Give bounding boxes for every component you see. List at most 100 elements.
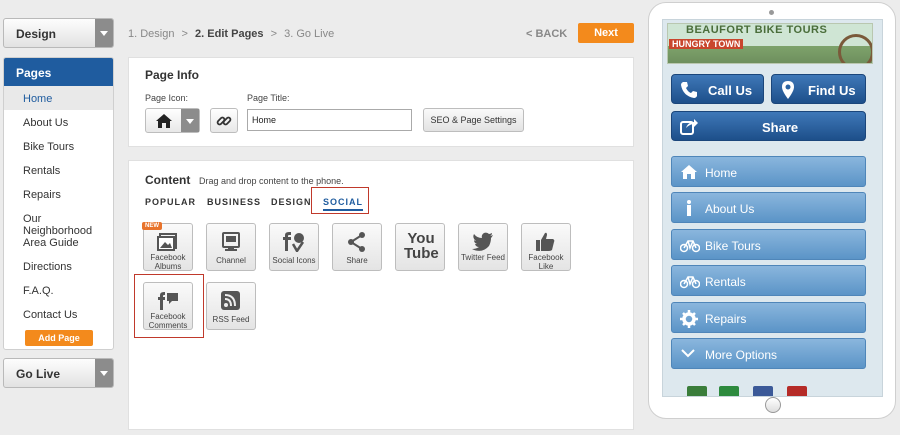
bicycle-icon xyxy=(680,276,700,289)
call-us-label: Call Us xyxy=(708,83,753,98)
tile-label: Twitter Feed xyxy=(460,253,505,262)
menu-label: Home xyxy=(705,166,738,180)
facebook-comments-tile[interactable]: Facebook Comments xyxy=(143,282,193,330)
link-icon xyxy=(216,116,232,126)
gear-icon xyxy=(680,310,698,328)
phone-speaker xyxy=(769,10,774,15)
rss-icon xyxy=(221,291,240,310)
step-go-live[interactable]: 3. Go Live xyxy=(284,28,334,40)
share-icon xyxy=(680,119,698,135)
app-banner: BEAUFORT BIKE TOURS HUNGRY TOWN xyxy=(667,23,873,64)
bicycle-icon xyxy=(680,240,700,253)
phone-icon xyxy=(681,82,697,98)
new-badge: NEW xyxy=(142,222,162,230)
next-button[interactable]: Next xyxy=(578,23,634,43)
pages-header: Pages xyxy=(4,58,113,86)
tile-label: RSS Feed xyxy=(212,315,250,324)
share-label: Share xyxy=(762,120,799,135)
phone-menu-more-options[interactable]: More Options xyxy=(671,338,866,369)
share-icon xyxy=(348,232,365,252)
twitter-icon xyxy=(472,232,493,251)
social-icons-tile[interactable]: Social Icons xyxy=(269,223,319,271)
phone-menu-about-us[interactable]: About Us xyxy=(671,192,866,223)
youtube-tile[interactable]: You Tube xyxy=(395,223,445,271)
tab-popular[interactable]: POPULAR xyxy=(145,197,196,207)
thumbs-up-icon xyxy=(536,232,555,251)
tab-business[interactable]: BUSINESS xyxy=(207,197,261,207)
content-panel: Content Drag and drop content to the pho… xyxy=(128,160,634,430)
tile-label: Channel xyxy=(216,256,246,265)
share-tile[interactable]: Share xyxy=(332,223,382,271)
tile-label: Social Icons xyxy=(272,256,316,265)
design-dropdown[interactable]: Design xyxy=(3,18,114,48)
chevron-down-icon[interactable] xyxy=(181,109,199,132)
sidebar-item-directions[interactable]: Directions xyxy=(4,254,113,278)
rss-feed-tile[interactable]: RSS Feed xyxy=(206,282,256,330)
twitter-feed-tile[interactable]: Twitter Feed xyxy=(458,223,508,271)
go-live-dropdown-label: Go Live xyxy=(16,367,61,381)
page-info-title: Page Info xyxy=(145,68,200,82)
page-info-panel: Page Info Page Icon: Page Title: Home SE… xyxy=(128,57,634,147)
content-hint: Drag and drop content to the phone. xyxy=(199,176,344,186)
sidebar-item-about-us[interactable]: About Us xyxy=(4,110,113,134)
youtube-icon[interactable] xyxy=(787,386,807,396)
phone-preview: BEAUFORT BIKE TOURS HUNGRY TOWN Call Us … xyxy=(648,2,896,419)
find-us-button[interactable]: Find Us xyxy=(771,74,866,104)
link-button[interactable] xyxy=(210,108,238,133)
breadcrumb-separator: > xyxy=(270,28,278,40)
pages-panel: Pages Home About Us Bike Tours Rentals Repai… xyxy=(3,57,114,350)
sidebar-item-f-a-q[interactable]: F.A.Q. xyxy=(4,278,113,302)
tab-design[interactable]: DESIGN xyxy=(271,197,312,207)
menu-label: More Options xyxy=(705,348,778,362)
phone-menu-home[interactable]: Home xyxy=(671,156,866,187)
home-icon xyxy=(156,114,172,128)
go-live-dropdown[interactable]: Go Live xyxy=(3,358,114,388)
menu-label: About Us xyxy=(705,202,755,216)
seo-settings-button[interactable]: SEO & Page Settings xyxy=(423,108,524,132)
sidebar-item-bike-tours[interactable]: Bike Tours xyxy=(4,134,113,158)
call-us-button[interactable]: Call Us xyxy=(671,74,764,104)
sidebar-item-contact-us[interactable]: Contact Us xyxy=(4,302,113,326)
back-button[interactable]: < BACK xyxy=(526,28,567,40)
chevron-down-icon xyxy=(681,349,695,358)
youtube-channel-icon xyxy=(222,232,240,251)
design-dropdown-label: Design xyxy=(16,27,57,41)
page-icon-select[interactable] xyxy=(145,108,200,133)
photo-album-icon xyxy=(157,233,177,251)
find-us-label: Find Us xyxy=(808,83,856,98)
facebook-albums-tile[interactable]: NEW Facebook Albums xyxy=(142,222,193,271)
chevron-down-icon[interactable] xyxy=(95,359,113,387)
menu-label: Rentals xyxy=(705,275,746,289)
step-design[interactable]: 1. Design xyxy=(128,28,174,40)
tripadvisor-icon[interactable] xyxy=(687,386,707,396)
facebook-icon[interactable] xyxy=(753,386,773,396)
sidebar-item-rentals[interactable]: Rentals xyxy=(4,158,113,182)
sidebar-item-our-neighborhood[interactable]: Our Neighborhood xyxy=(4,206,113,237)
phone-menu-rentals[interactable]: Rentals xyxy=(671,265,866,296)
banner-title: BEAUFORT BIKE TOURS xyxy=(686,24,828,36)
page-icon-label: Page Icon: xyxy=(145,93,189,103)
menu-label: Repairs xyxy=(705,312,747,326)
share-button[interactable]: Share xyxy=(671,111,866,141)
add-page-button[interactable]: Add Page xyxy=(25,330,93,346)
banner-subtitle: HUNGRY TOWN xyxy=(669,39,744,49)
breadcrumb: 1. Design > 2. Edit Pages > 3. Go Live xyxy=(128,28,334,40)
content-title: Content xyxy=(145,173,191,187)
social-icons-icon xyxy=(283,232,305,252)
blog-icon[interactable] xyxy=(719,386,739,396)
tile-label: Facebook Albums xyxy=(150,253,186,271)
channel-tile[interactable]: Channel xyxy=(206,223,256,271)
phone-menu-bike-tours[interactable]: Bike Tours xyxy=(671,229,866,260)
page-title-input[interactable]: Home xyxy=(247,109,412,131)
phone-screen: BEAUFORT BIKE TOURS HUNGRY TOWN Call Us … xyxy=(662,19,883,397)
facebook-comments-icon xyxy=(158,292,178,310)
page-title-label: Page Title: xyxy=(247,93,290,103)
phone-menu-repairs[interactable]: Repairs xyxy=(671,302,866,333)
menu-label: Bike Tours xyxy=(705,239,761,253)
sidebar-item-repairs[interactable]: Repairs xyxy=(4,182,113,206)
sidebar-item-home[interactable]: Home xyxy=(4,86,113,110)
chevron-down-icon[interactable] xyxy=(95,19,113,47)
home-icon xyxy=(681,165,697,179)
step-edit-pages: 2. Edit Pages xyxy=(195,28,264,40)
facebook-like-tile[interactable]: Facebook Like xyxy=(521,223,571,271)
